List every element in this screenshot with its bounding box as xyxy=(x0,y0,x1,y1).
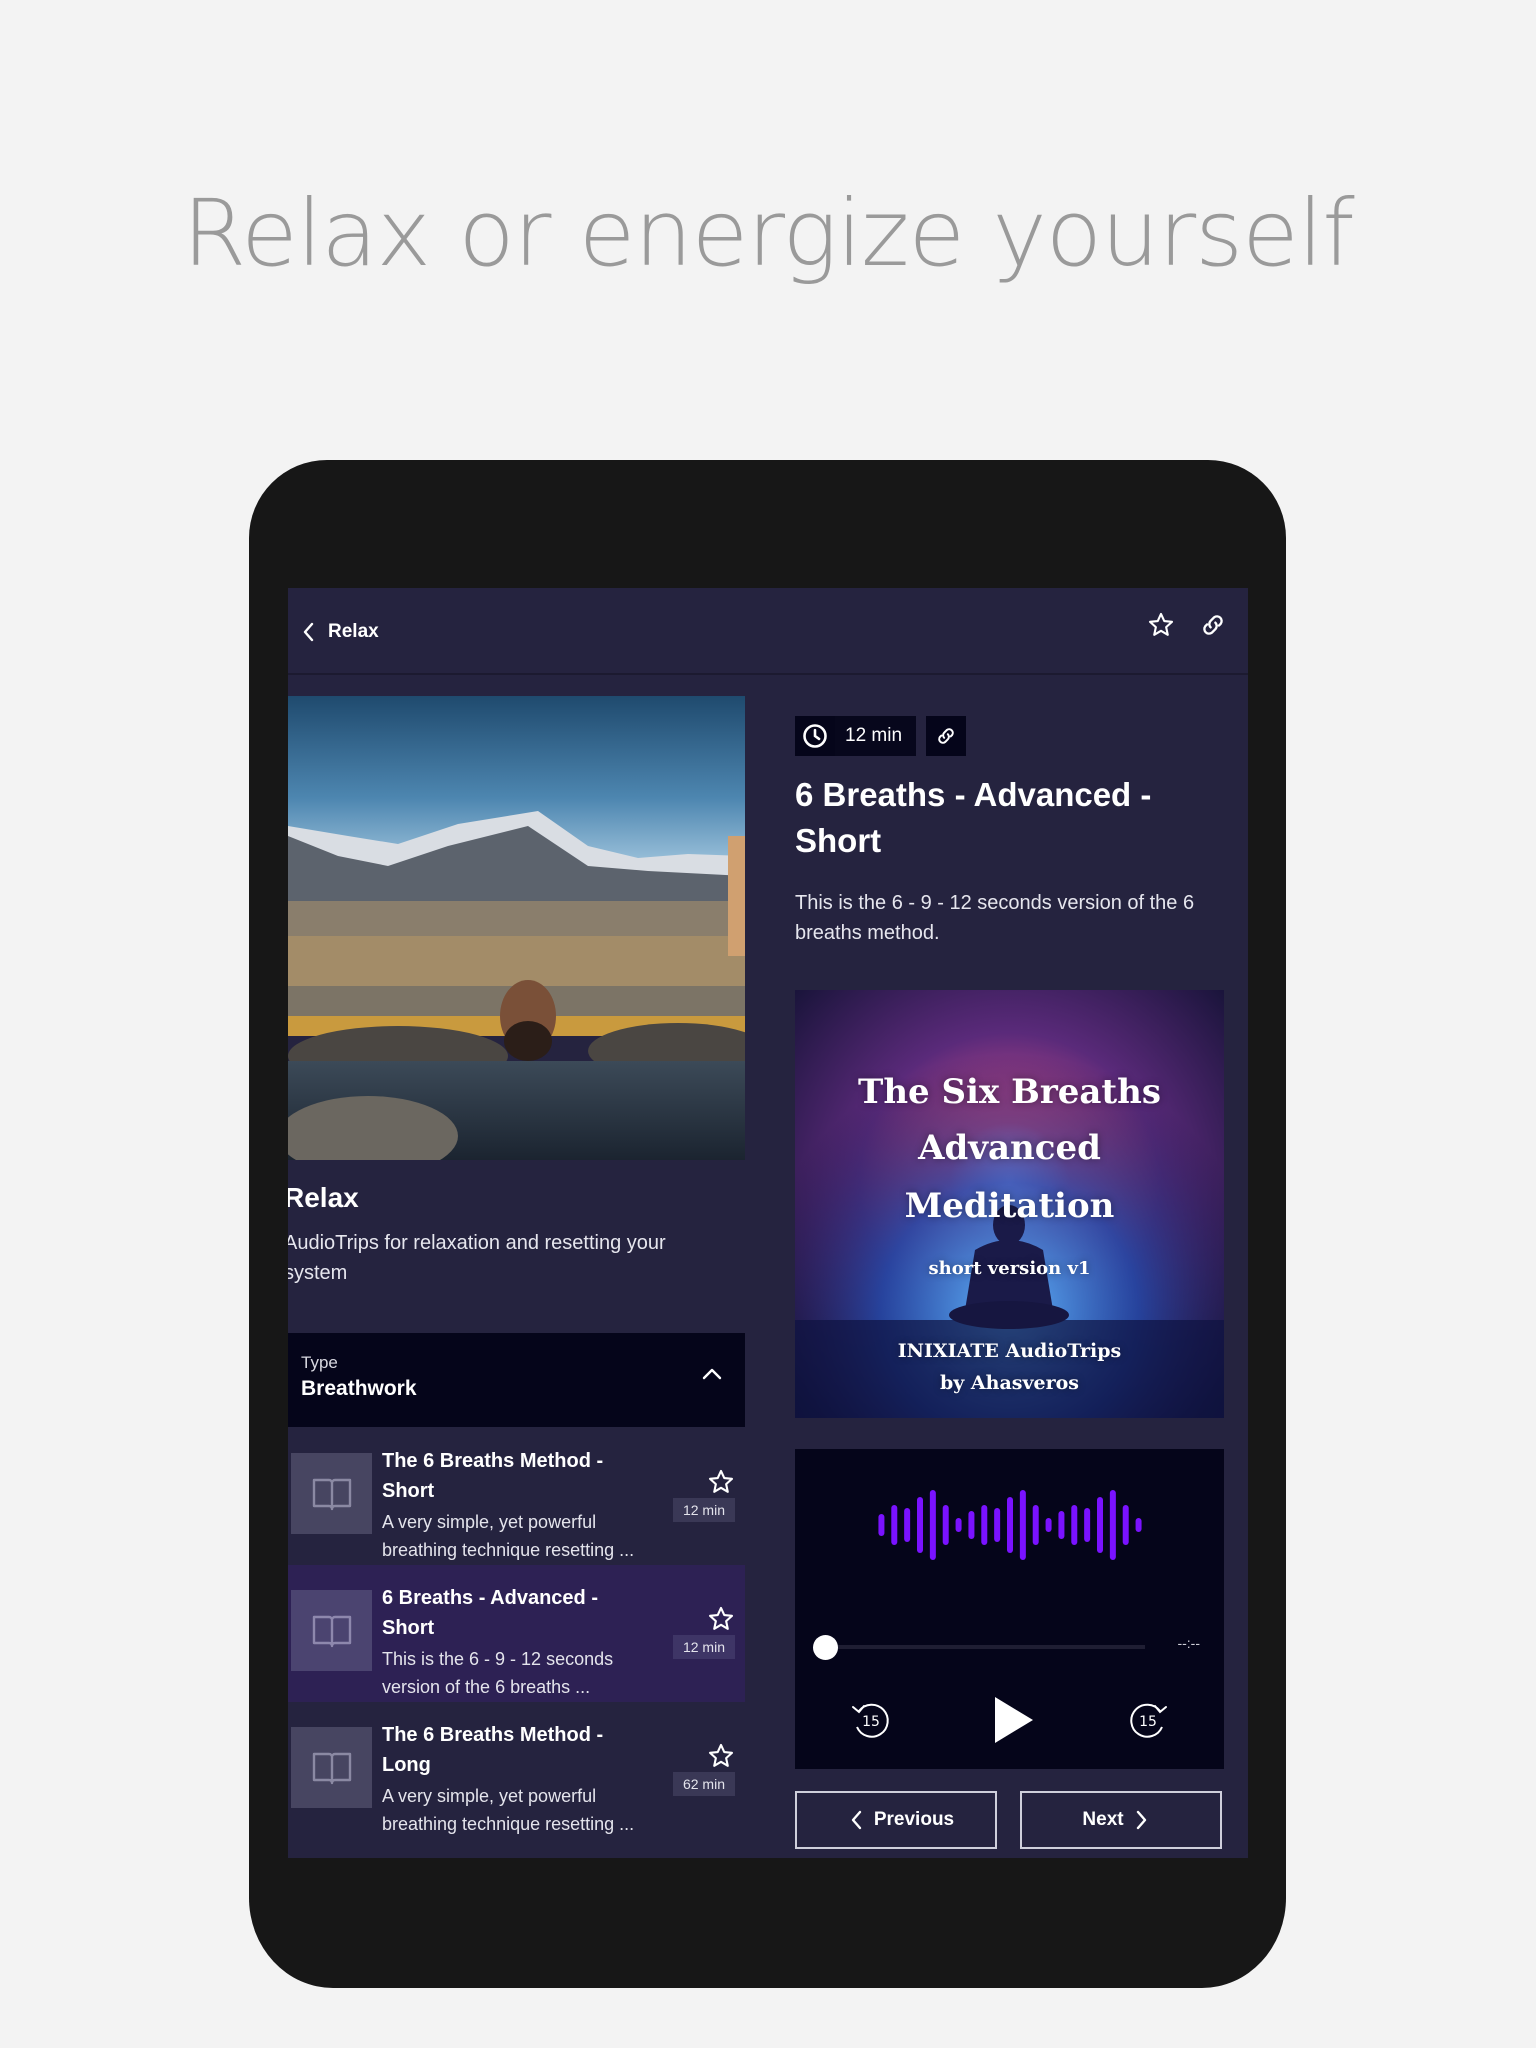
duration-text: 12 min xyxy=(845,725,903,746)
track-description: A very simple, yet powerful breathing te… xyxy=(382,1786,635,1834)
link-icon xyxy=(938,728,954,744)
waveform-bar xyxy=(1097,1497,1103,1553)
track-cover-art: The Six Breaths Advanced Meditation shor… xyxy=(795,990,1224,1418)
chevron-left-icon xyxy=(303,622,314,642)
next-label: Next xyxy=(1082,1809,1124,1830)
back-label: Relax xyxy=(328,621,379,642)
svg-text:15: 15 xyxy=(1139,1714,1157,1730)
duration-chip: 12 min xyxy=(795,716,917,756)
app-bar: Relax xyxy=(288,588,1248,675)
rewind-15-button[interactable]: 15 xyxy=(849,1699,893,1748)
svg-text:15: 15 xyxy=(862,1714,880,1730)
track-thumbnail xyxy=(291,1453,372,1534)
track-title: The 6 Breaths Method - Short xyxy=(382,1450,604,1502)
chevron-right-icon xyxy=(1136,1810,1146,1830)
waveform-bar xyxy=(942,1505,949,1545)
waveform-bar xyxy=(929,1490,936,1560)
waveform-bar xyxy=(917,1497,923,1553)
track-title: The 6 Breaths Method - Long xyxy=(382,1724,604,1776)
clock-icon xyxy=(803,724,827,748)
time-remaining: --:-- xyxy=(1177,1635,1200,1651)
play-button[interactable] xyxy=(991,1695,1035,1750)
waveform-bar xyxy=(1045,1518,1052,1532)
star-icon[interactable] xyxy=(707,1742,735,1770)
play-icon xyxy=(995,1697,1033,1743)
star-icon[interactable] xyxy=(707,1468,735,1496)
track-detail-title: 6 Breaths - Advanced - Short xyxy=(795,776,1152,859)
waveform-icon xyxy=(878,1490,1142,1560)
type-filter-dropdown[interactable]: Type Breathwork xyxy=(288,1333,745,1427)
track-item[interactable]: The 6 Breaths Method - Short A very simp… xyxy=(288,1428,745,1565)
seek-thumb[interactable] xyxy=(813,1635,838,1660)
chevron-up-icon xyxy=(702,1368,722,1380)
previous-label: Previous xyxy=(873,1809,955,1830)
app-screen: Relax Relax AudioTrips for relaxation an… xyxy=(288,588,1248,1858)
link-icon xyxy=(1203,615,1223,635)
star-icon xyxy=(1148,612,1174,636)
waveform-bar xyxy=(1122,1505,1129,1545)
seek-bar[interactable] xyxy=(825,1645,1145,1649)
share-link-button[interactable] xyxy=(1198,610,1228,640)
waveform-bar xyxy=(981,1505,988,1545)
cover-credit2: by Ahasveros xyxy=(939,1372,1079,1394)
cover-title-line3: Meditation xyxy=(904,1186,1115,1226)
type-filter-value: Breathwork xyxy=(301,1377,417,1400)
rewind-15-icon: 15 xyxy=(852,1703,889,1738)
track-thumbnail xyxy=(291,1727,372,1808)
category-description: AudioTrips for relaxation and resetting … xyxy=(288,1232,666,1284)
favorite-button[interactable] xyxy=(1146,610,1176,640)
type-filter-label: Type xyxy=(301,1353,338,1372)
waveform-bar xyxy=(1084,1508,1091,1542)
waveform-bar xyxy=(904,1508,911,1542)
cover-title-line1: The Six Breaths xyxy=(858,1072,1161,1112)
waveform-bar xyxy=(968,1511,975,1539)
waveform-bar xyxy=(994,1508,1001,1542)
waveform-bar xyxy=(1007,1497,1013,1553)
waveform-bar xyxy=(1135,1518,1142,1532)
chevron-left-icon xyxy=(851,1810,862,1830)
track-list: The 6 Breaths Method - Short A very simp… xyxy=(288,1428,745,1839)
waveform-bar xyxy=(891,1505,898,1545)
book-icon xyxy=(312,1752,351,1784)
audio-player: --:-- 15 15 xyxy=(795,1449,1224,1769)
track-meta-row: 12 min xyxy=(795,716,967,756)
forward-15-icon: 15 xyxy=(1130,1703,1167,1738)
headline: Relax or energize yourself xyxy=(182,180,1354,287)
cover-title-line2: Advanced xyxy=(918,1128,1101,1168)
track-title: 6 Breaths - Advanced - Short xyxy=(382,1587,598,1639)
forward-15-button[interactable]: 15 xyxy=(1126,1699,1170,1748)
waveform-bar xyxy=(1071,1505,1078,1545)
track-duration-badge: 62 min xyxy=(672,1772,735,1796)
waveform-bar xyxy=(878,1514,885,1536)
waveform-bar xyxy=(1032,1505,1039,1545)
waveform-bar xyxy=(1109,1490,1116,1560)
track-item[interactable]: The 6 Breaths Method - Long A very simpl… xyxy=(288,1702,745,1839)
track-description: A very simple, yet powerful breathing te… xyxy=(382,1512,635,1560)
category-hero-image xyxy=(288,696,745,1160)
waveform-bar xyxy=(1058,1511,1065,1539)
track-item-active[interactable]: 6 Breaths - Advanced - Short This is the… xyxy=(288,1565,745,1702)
track-detail-description: This is the 6 - 9 - 12 seconds version o… xyxy=(795,892,1195,944)
copy-link-button[interactable] xyxy=(926,716,967,756)
back-button[interactable]: Relax xyxy=(302,612,379,652)
cover-subtitle: short version v1 xyxy=(928,1258,1091,1279)
track-duration-badge: 12 min xyxy=(672,1498,735,1522)
book-icon xyxy=(312,1615,351,1647)
waveform-bar xyxy=(955,1518,962,1532)
waveform-bar xyxy=(1019,1490,1026,1560)
track-thumbnail xyxy=(291,1590,372,1671)
book-icon xyxy=(312,1478,351,1510)
previous-button[interactable]: Previous xyxy=(795,1791,997,1849)
cover-credit1: INIXIATE AudioTrips xyxy=(897,1340,1122,1362)
track-duration-badge: 12 min xyxy=(672,1635,735,1659)
track-description: This is the 6 - 9 - 12 seconds version o… xyxy=(382,1649,614,1697)
category-title: Relax xyxy=(288,1182,359,1213)
star-icon[interactable] xyxy=(707,1605,735,1633)
next-button[interactable]: Next xyxy=(1020,1791,1222,1849)
